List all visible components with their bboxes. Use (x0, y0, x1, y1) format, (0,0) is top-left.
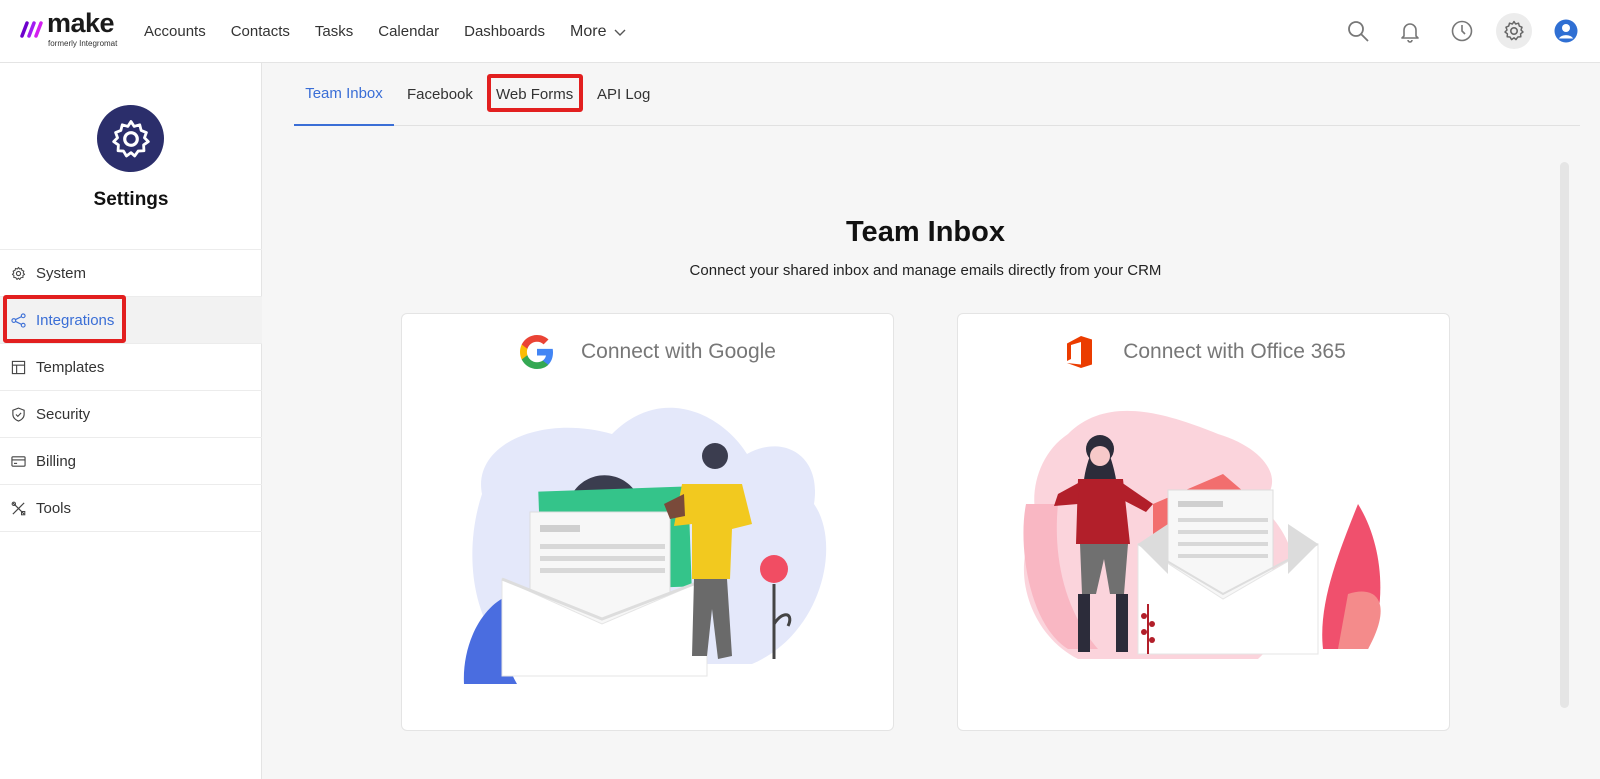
logo-tagline: formerly Integromat (48, 39, 118, 48)
search-icon (1348, 21, 1369, 42)
nav-calendar[interactable]: Calendar (378, 23, 439, 40)
share-icon (11, 312, 26, 328)
sidebar-item-billing[interactable]: Billing (0, 438, 262, 485)
shield-icon (12, 407, 25, 422)
settings-button[interactable] (1496, 13, 1532, 49)
nav-contacts[interactable]: Contacts (231, 23, 290, 40)
email-illustration (463, 407, 827, 684)
nav-more-label: More (570, 22, 607, 40)
settings-sidebar: Settings System Integrations Templates S… (0, 63, 262, 779)
notifications-button[interactable] (1392, 13, 1428, 49)
card-header: Connect with Office 365 (958, 332, 1449, 372)
card-icon (11, 455, 26, 467)
tab-team-inbox[interactable]: Team Inbox (294, 63, 394, 126)
sidebar-item-security[interactable]: Security (0, 391, 262, 438)
gear-icon (1504, 20, 1524, 41)
bell-icon (1401, 23, 1419, 43)
sidebar-item-label: Integrations (36, 311, 115, 329)
sidebar-item-integrations[interactable]: Integrations (0, 297, 262, 344)
email-illustration (1023, 410, 1381, 659)
connect-google-label: Connect with Google (581, 340, 776, 363)
history-button[interactable] (1444, 13, 1480, 49)
page-subtitle: Connect your shared inbox and manage ema… (689, 262, 1162, 279)
tab-api-log[interactable]: API Log (597, 63, 650, 126)
sidebar-item-label: Templates (36, 358, 105, 376)
tab-label: Team Inbox (305, 85, 383, 102)
gear-icon (111, 119, 150, 157)
integration-tabs: Team Inbox Facebook Web Forms API Log (294, 63, 1580, 126)
sidebar-item-label: Security (36, 405, 91, 423)
tab-web-forms[interactable]: Web Forms (496, 63, 573, 126)
topbar-icons (1300, 0, 1600, 63)
clock-icon (1451, 20, 1473, 42)
connect-office365-label: Connect with Office 365 (1123, 340, 1346, 363)
sidebar-item-label: System (36, 264, 87, 282)
sidebar-item-label: Billing (36, 452, 77, 470)
top-navbar: make formerly Integromat Accounts Contac… (0, 0, 1600, 63)
google-logo-icon (520, 335, 554, 369)
office365-logo-icon (1067, 336, 1093, 368)
logo-wordmark: make (47, 8, 115, 38)
connect-office365-card[interactable]: Connect with Office 365 (957, 313, 1450, 731)
nav-dashboards[interactable]: Dashboards (464, 23, 545, 40)
tab-label: Facebook (407, 86, 473, 103)
nav-more-dropdown[interactable]: More (570, 23, 626, 41)
tab-label: API Log (597, 86, 651, 103)
search-button[interactable] (1340, 13, 1376, 49)
tools-icon (11, 501, 26, 515)
user-avatar-icon (1554, 19, 1578, 43)
nav-accounts[interactable]: Accounts (144, 23, 206, 40)
nav-tasks[interactable]: Tasks (315, 23, 353, 40)
sidebar-item-templates[interactable]: Templates (0, 344, 262, 391)
tab-label: Web Forms (496, 86, 574, 103)
tab-facebook[interactable]: Facebook (407, 63, 473, 126)
main-nav: Accounts Contacts Tasks Calendar Dashboa… (144, 0, 626, 63)
settings-badge (97, 105, 164, 172)
sidebar-title: Settings (93, 189, 169, 210)
sidebar-menu: System Integrations Templates Security B… (0, 249, 262, 532)
gear-icon (11, 266, 26, 280)
sidebar-item-system[interactable]: System (0, 250, 262, 297)
sidebar-item-tools[interactable]: Tools (0, 485, 262, 532)
content-scrollbar[interactable] (1560, 162, 1569, 708)
profile-button[interactable] (1548, 13, 1584, 49)
page-title: Team Inbox (846, 216, 1005, 248)
sidebar-item-label: Tools (36, 499, 72, 517)
make-logo-mark-icon (20, 21, 43, 38)
connect-google-card[interactable]: Connect with Google (401, 313, 894, 731)
chevron-down-icon (614, 29, 626, 36)
card-header: Connect with Google (402, 332, 893, 372)
template-icon (11, 360, 26, 374)
make-logo[interactable]: make formerly Integromat (20, 8, 120, 52)
